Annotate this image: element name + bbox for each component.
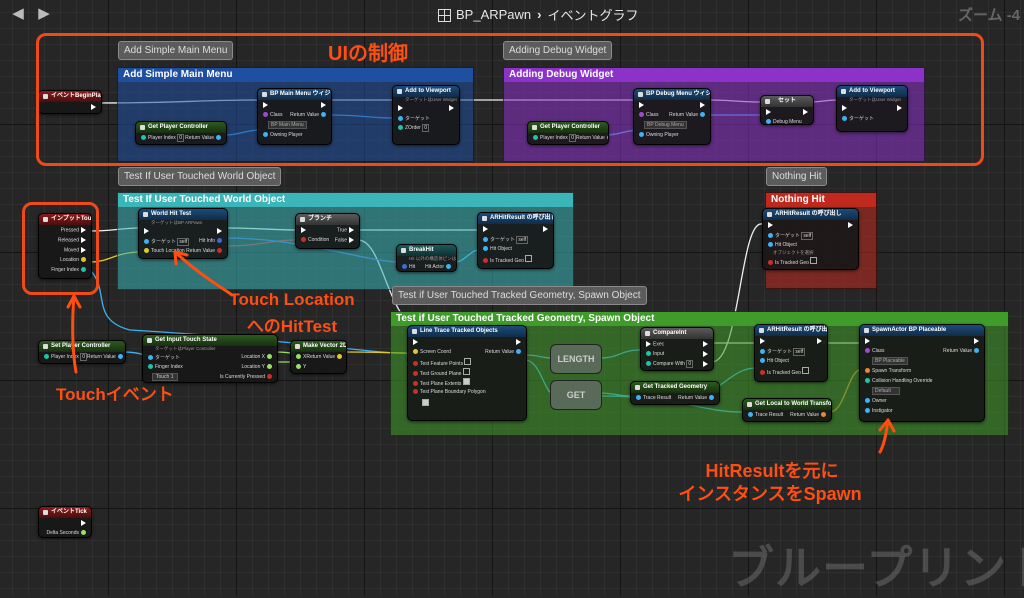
annotation-arrows bbox=[66, 250, 896, 454]
